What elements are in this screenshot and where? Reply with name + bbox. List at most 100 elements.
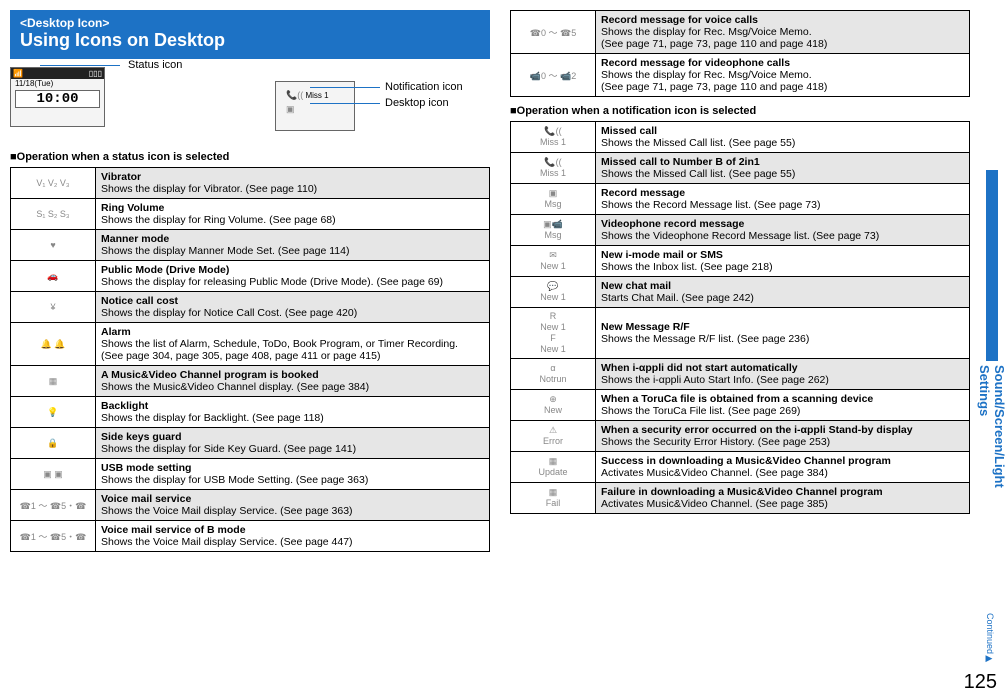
continued-label: Continued▶ bbox=[985, 613, 995, 664]
table-row: 📞((Miss 1Missed call to Number B of 2in1… bbox=[511, 153, 970, 184]
left-subhead: Operation when a status icon is selected bbox=[10, 151, 490, 163]
table-row: 🔒Side keys guardShows the display for Si… bbox=[11, 428, 490, 459]
table-row: 💬New 1New chat mailStarts Chat Mail. (Se… bbox=[511, 277, 970, 308]
row-desc: Record message for videophone callsShows… bbox=[596, 54, 970, 97]
table-row: ⊕New When a ToruCa file is obtained from … bbox=[511, 390, 970, 421]
row-desc: Notice call costShows the display for No… bbox=[96, 292, 490, 323]
row-text: Shows the Missed Call list. (See page 55… bbox=[601, 168, 964, 180]
row-title: Vibrator bbox=[101, 171, 484, 183]
row-title: Missed call bbox=[601, 125, 964, 137]
right-subhead: Operation when a notification icon is se… bbox=[510, 105, 970, 117]
row-title: Notice call cost bbox=[101, 295, 484, 307]
notification-icon-label: Notification icon bbox=[385, 81, 463, 93]
row-title: New i-mode mail or SMS bbox=[601, 249, 964, 261]
header-title: Using Icons on Desktop bbox=[20, 30, 480, 51]
row-desc: Side keys guardShows the display for Sid… bbox=[96, 428, 490, 459]
row-icon: 💬New 1 bbox=[511, 277, 596, 308]
table-row: ☎1 ～ ☎5・☎Voice mail service of B modeSho… bbox=[11, 521, 490, 552]
row-title: New chat mail bbox=[601, 280, 964, 292]
table-row: ✉New 1New i-mode mail or SMSShows the In… bbox=[511, 246, 970, 277]
row-icon: ▦Update bbox=[511, 452, 596, 483]
table-row: ▦A Music&Video Channel program is booked… bbox=[11, 366, 490, 397]
row-desc: Public Mode (Drive Mode)Shows the displa… bbox=[96, 261, 490, 292]
row-title: Ring Volume bbox=[101, 202, 484, 214]
row-text: Shows the display for Backlight. (See pa… bbox=[101, 412, 484, 424]
page-number: 125 bbox=[964, 671, 997, 694]
row-icon: 📹0 ～ 📹2 bbox=[511, 54, 596, 97]
row-desc: Videophone record messageShows the Video… bbox=[596, 215, 970, 246]
row-text: Shows the Inbox list. (See page 218) bbox=[601, 261, 964, 273]
row-icon: ▣Msg bbox=[511, 184, 596, 215]
row-text: Shows the display for releasing Public M… bbox=[101, 276, 484, 288]
row-desc: Voice mail serviceShows the Voice Mail d… bbox=[96, 490, 490, 521]
row-title: Backlight bbox=[101, 400, 484, 412]
row-icon: ▦Fail bbox=[511, 483, 596, 514]
row-icon: 📞((Miss 1 bbox=[511, 153, 596, 184]
row-text: Shows the display for USB Mode Setting. … bbox=[101, 474, 484, 486]
desktop-icon-label: Desktop icon bbox=[385, 97, 449, 109]
row-desc: New chat mailStarts Chat Mail. (See page… bbox=[596, 277, 970, 308]
row-icon: V₁ V₂ V₃ bbox=[11, 168, 96, 199]
row-desc: Manner modeShows the display Manner Mode… bbox=[96, 230, 490, 261]
row-title: Missed call to Number B of 2in1 bbox=[601, 156, 964, 168]
table-row: ▣📹MsgVideophone record messageShows the … bbox=[511, 215, 970, 246]
table-row: 💡 BacklightShows the display for Backligh… bbox=[11, 397, 490, 428]
row-desc: Ring VolumeShows the display for Ring Vo… bbox=[96, 199, 490, 230]
section-header: <Desktop Icon> Using Icons on Desktop bbox=[10, 10, 490, 59]
table-row: ♥Manner modeShows the display Manner Mod… bbox=[11, 230, 490, 261]
row-desc: New i-mode mail or SMSShows the Inbox li… bbox=[596, 246, 970, 277]
row-icon: ¥ bbox=[11, 292, 96, 323]
table-row: ▦Update Success in downloading a Music&Vi… bbox=[511, 452, 970, 483]
phone-time: 10:00 bbox=[15, 90, 100, 108]
row-title: When a ToruCa file is obtained from a sc… bbox=[601, 393, 964, 405]
row-icon: ⊕New bbox=[511, 390, 596, 421]
side-tab-text: Sound/Screen/Light Settings bbox=[977, 365, 1005, 500]
notification-screenshot: 📞(( Miss 1 ▣ bbox=[275, 81, 355, 131]
row-desc: When a security error occurred on the i-… bbox=[596, 421, 970, 452]
row-text: Starts Chat Mail. (See page 242) bbox=[601, 292, 964, 304]
row-title: USB mode setting bbox=[101, 462, 484, 474]
row-desc: New Message R/FShows the Message R/F lis… bbox=[596, 308, 970, 359]
row-icon: 💡 bbox=[11, 397, 96, 428]
row-title: Side keys guard bbox=[101, 431, 484, 443]
row-title: Voice mail service bbox=[101, 493, 484, 505]
row-title: New Message R/F bbox=[601, 321, 964, 333]
row-text: Activates Music&Video Channel. (See page… bbox=[601, 498, 964, 510]
row-desc: Missed callShows the Missed Call list. (… bbox=[596, 122, 970, 153]
row-text: Shows the Music&Video Channel display. (… bbox=[101, 381, 484, 393]
row-text: Shows the display for Notice Call Cost. … bbox=[101, 307, 484, 319]
row-desc: Success in downloading a Music&Video Cha… bbox=[596, 452, 970, 483]
row-title: Failure in downloading a Music&Video Cha… bbox=[601, 486, 964, 498]
row-icon: ⚠Error bbox=[511, 421, 596, 452]
table-row: 📹0 ～ 📹2Record message for videophone cal… bbox=[511, 54, 970, 97]
table-row: ☎1 ～ ☎5・☎Voice mail serviceShows the Voi… bbox=[11, 490, 490, 521]
table-row: ▣MsgRecord messageShows the Record Messa… bbox=[511, 184, 970, 215]
row-text: Shows the Record Message list. (See page… bbox=[601, 199, 964, 211]
row-text: Shows the display for Ring Volume. (See … bbox=[101, 214, 484, 226]
row-icon: ☎0 ～ ☎5 bbox=[511, 11, 596, 54]
row-desc: A Music&Video Channel program is bookedS… bbox=[96, 366, 490, 397]
row-text: Shows the display for Side Key Guard. (S… bbox=[101, 443, 484, 455]
row-desc: VibratorShows the display for Vibrator. … bbox=[96, 168, 490, 199]
record-message-table: ☎0 ～ ☎5Record message for voice callsSho… bbox=[510, 10, 970, 97]
row-title: Voice mail service of B mode bbox=[101, 524, 484, 536]
row-icon: ▦ bbox=[11, 366, 96, 397]
row-icon: ☎1 ～ ☎5・☎ bbox=[11, 490, 96, 521]
status-icon-table: V₁ V₂ V₃VibratorShows the display for Vi… bbox=[10, 167, 490, 552]
row-text: Shows the display Manner Mode Set. (See … bbox=[101, 245, 484, 257]
row-title: When i-αppli did not start automatically bbox=[601, 362, 964, 374]
row-icon: αNotrun bbox=[511, 359, 596, 390]
row-icon: 📞((Miss 1 bbox=[511, 122, 596, 153]
table-row: RNew 1FNew 1New Message R/FShows the Mes… bbox=[511, 308, 970, 359]
row-title: Record message for videophone calls bbox=[601, 57, 964, 69]
table-row: V₁ V₂ V₃VibratorShows the display for Vi… bbox=[11, 168, 490, 199]
status-icon-label: Status icon bbox=[128, 59, 182, 71]
row-title: Success in downloading a Music&Video Cha… bbox=[601, 455, 964, 467]
notification-icon-table: 📞((Miss 1Missed callShows the Missed Cal… bbox=[510, 121, 970, 514]
row-text: Shows the Security Error History. (See p… bbox=[601, 436, 964, 448]
row-icon: 🚗 bbox=[11, 261, 96, 292]
row-desc: Voice mail service of B modeShows the Vo… bbox=[96, 521, 490, 552]
row-desc: Missed call to Number B of 2in1Shows the… bbox=[596, 153, 970, 184]
row-desc: Failure in downloading a Music&Video Cha… bbox=[596, 483, 970, 514]
row-icon: 🔒 bbox=[11, 428, 96, 459]
